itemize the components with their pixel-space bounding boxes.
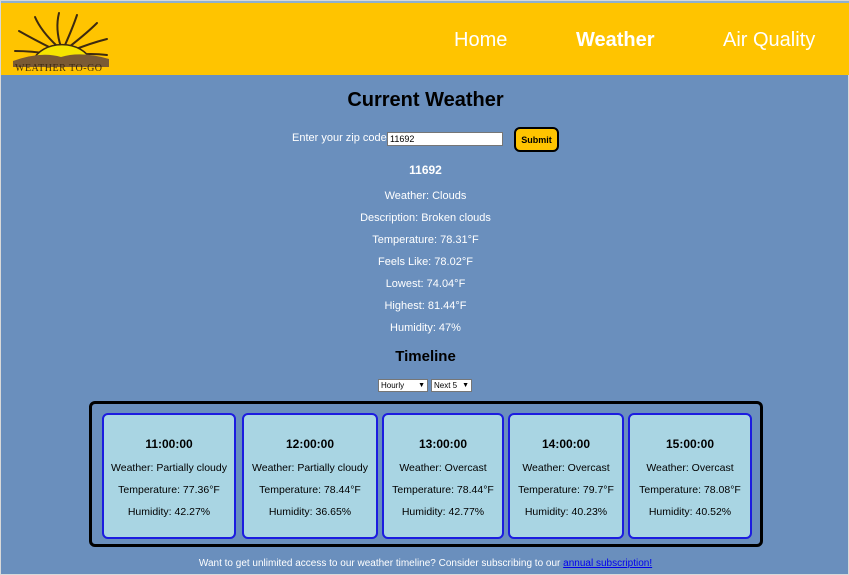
nav-weather-link[interactable]: Weather [576, 29, 655, 52]
card-time: 14:00:00 [541, 437, 591, 451]
footer: Want to get unlimited access to our weat… [1, 558, 849, 569]
count-select[interactable]: Next 5 ▼ [431, 379, 472, 392]
card-temperature: Temperature: 78.08°F [639, 484, 741, 496]
card-time: 12:00:00 [285, 437, 335, 451]
card-temperature: Temperature: 77.36°F [118, 484, 220, 496]
zip-label: Enter your zip code: [292, 132, 390, 144]
current-weather: Weather: Clouds [384, 190, 467, 202]
navbar: WEATHER TO-GO Home Weather Air Quality [1, 1, 849, 75]
page-title: Current Weather [347, 89, 504, 111]
timeline-card: 12:00:00 Weather: Partially cloudy Tempe… [242, 413, 378, 539]
card-time: 13:00:00 [418, 437, 468, 451]
zip-input[interactable] [387, 132, 503, 146]
card-time: 11:00:00 [145, 437, 193, 451]
card-temperature: Temperature: 78.44°F [392, 484, 494, 496]
nav-air-quality-link[interactable]: Air Quality [723, 29, 815, 52]
zip-heading: 11692 [409, 163, 442, 177]
current-temperature: Temperature: 78.31°F [372, 234, 479, 246]
zip-form: Enter your zip code: Submit [1, 127, 849, 153]
timeline-title: Timeline [395, 348, 456, 365]
subscription-link[interactable]: annual subscription! [563, 558, 652, 569]
card-humidity: Humidity: 40.23% [524, 506, 608, 518]
interval-select-value: Hourly [381, 381, 405, 390]
chevron-down-icon: ▼ [462, 382, 469, 389]
interval-select[interactable]: Hourly ▼ [378, 379, 428, 392]
footer-text: Want to get unlimited access to our weat… [198, 558, 564, 569]
logo-text: WEATHER TO-GO [15, 63, 103, 74]
card-weather: Weather: Partially cloudy [111, 462, 227, 474]
card-weather: Weather: Overcast [646, 462, 734, 474]
current-feels-like: Feels Like: 78.02°F [378, 256, 473, 268]
submit-button[interactable]: Submit [514, 127, 559, 152]
card-temperature: Temperature: 78.44°F [259, 484, 361, 496]
nav-home-link[interactable]: Home [454, 29, 507, 52]
timeline-container: 11:00:00 Weather: Partially cloudy Tempe… [89, 401, 763, 547]
card-humidity: Humidity: 36.65% [268, 506, 352, 518]
card-humidity: Humidity: 42.77% [401, 506, 485, 518]
current-humidity: Humidity: 47% [390, 322, 461, 334]
card-weather: Weather: Overcast [399, 462, 487, 474]
card-temperature: Temperature: 79.7°F [518, 484, 614, 496]
card-time: 15:00:00 [665, 437, 715, 451]
current-description: Description: Broken clouds [360, 212, 491, 224]
timeline-card: 11:00:00 Weather: Partially cloudy Tempe… [102, 413, 236, 539]
current-lowest: Lowest: 74.04°F [385, 278, 466, 290]
timeline-card: 15:00:00 Weather: Overcast Temperature: … [628, 413, 752, 539]
card-humidity: Humidity: 40.52% [648, 506, 732, 518]
chevron-down-icon: ▼ [418, 382, 425, 389]
timeline-card: 13:00:00 Weather: Overcast Temperature: … [382, 413, 504, 539]
card-weather: Weather: Overcast [522, 462, 610, 474]
card-humidity: Humidity: 42.27% [127, 506, 211, 518]
card-weather: Weather: Partially cloudy [252, 462, 368, 474]
current-highest: Highest: 81.44°F [384, 300, 467, 312]
timeline-card: 14:00:00 Weather: Overcast Temperature: … [508, 413, 624, 539]
count-select-value: Next 5 [434, 381, 458, 390]
